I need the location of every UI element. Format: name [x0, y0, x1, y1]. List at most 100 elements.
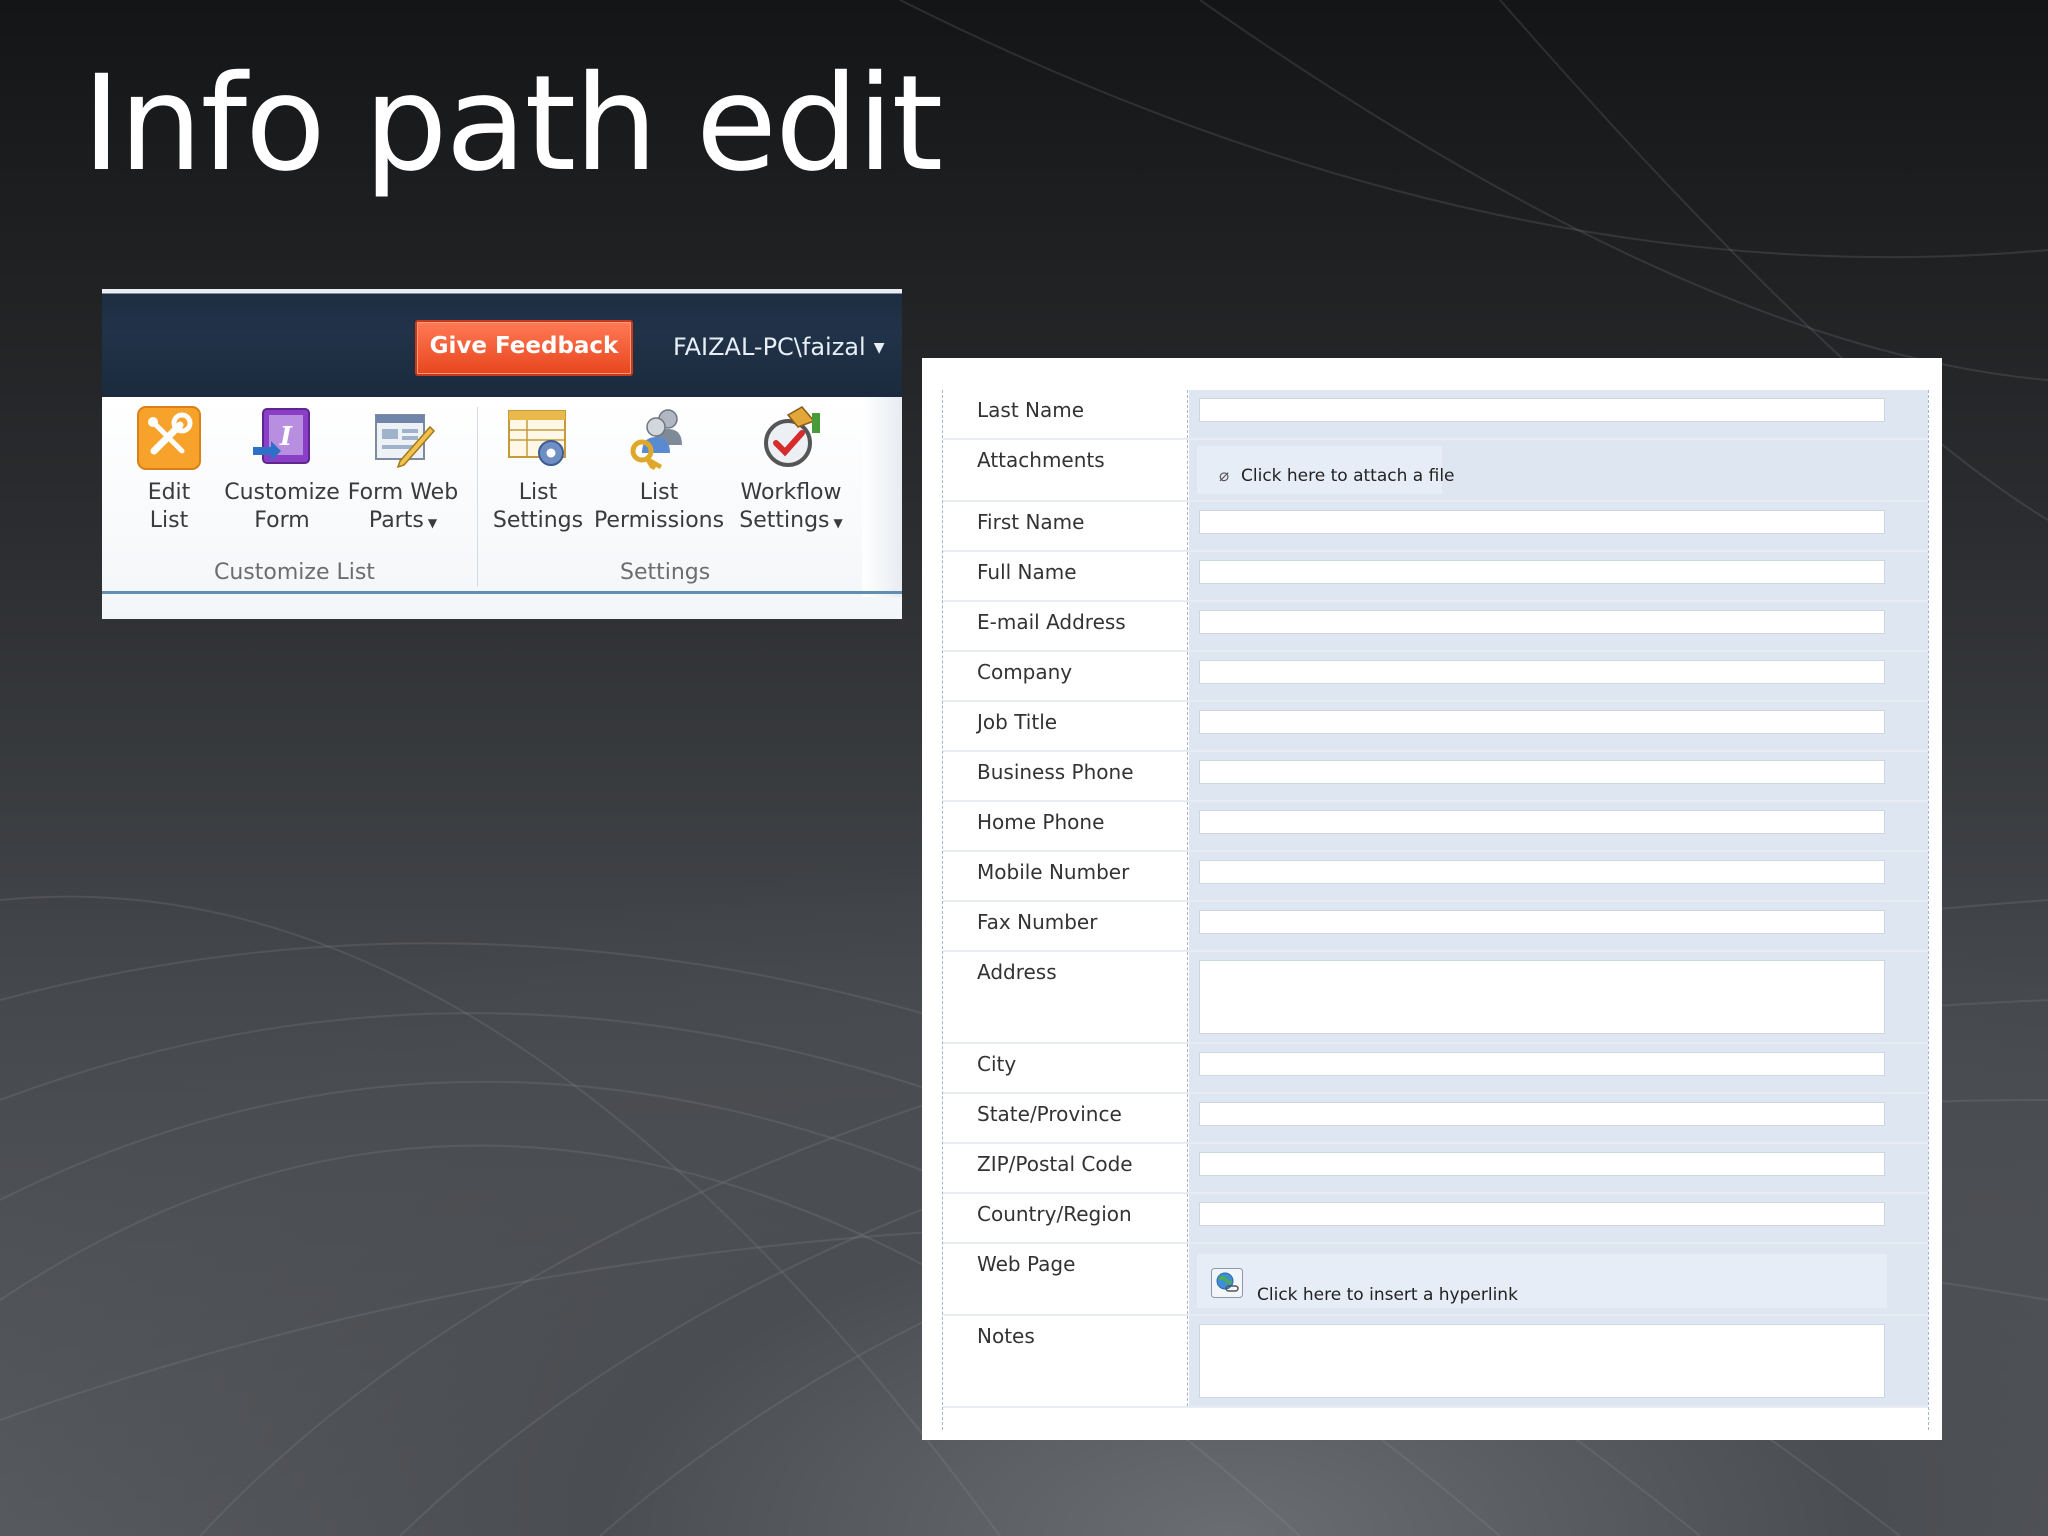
state-input[interactable]: [1199, 1102, 1885, 1126]
ribbon-edge: [862, 397, 902, 597]
address-textarea[interactable]: [1199, 960, 1885, 1034]
form-label-cell: Mobile Number: [943, 852, 1188, 900]
ribbon-top-bar: Give Feedback FAIZAL-PC\faizal ▼: [102, 289, 902, 397]
form-row-city: City: [943, 1044, 1928, 1094]
form-label-cell: State/Province: [943, 1094, 1188, 1142]
form-label-cell: E-mail Address: [943, 602, 1188, 650]
form-label-cell: Web Page: [943, 1244, 1188, 1314]
form-row-company: Company: [943, 652, 1928, 702]
group-label-settings: Settings: [620, 560, 711, 585]
form-value-cell: [1189, 1316, 1928, 1406]
form-row-first-name: First Name: [943, 502, 1928, 552]
form-value-cell: [1189, 902, 1928, 950]
ribbon-screenshot: Give Feedback FAIZAL-PC\faizal ▼ Edit Lis…: [102, 289, 902, 619]
form-row-last-name: Last Name: [943, 390, 1928, 440]
zip-label: ZIP/Postal Code: [977, 1152, 1133, 1176]
city-input[interactable]: [1199, 1052, 1885, 1076]
form-row-home-phone: Home Phone: [943, 802, 1928, 852]
list-settings-label-2: Settings: [492, 508, 584, 533]
workflow-settings-button[interactable]: Workflow Settings ▼: [728, 405, 854, 537]
form-row-fax-number: Fax Number: [943, 902, 1928, 952]
user-menu[interactable]: FAIZAL-PC\faizal ▼: [673, 333, 884, 361]
form-label-cell: Country/Region: [943, 1194, 1188, 1242]
country-input[interactable]: [1199, 1202, 1885, 1226]
form-value-cell: [1189, 602, 1928, 650]
form-label-cell: City: [943, 1044, 1188, 1092]
notes-label: Notes: [977, 1324, 1035, 1348]
ribbon-body: Edit List I Customize Form Form Web Part…: [102, 397, 902, 619]
svg-text:I: I: [279, 422, 293, 452]
infopath-form-screenshot: Last Name Attachments ⌀ Click here to at…: [922, 358, 1942, 1440]
form-label-cell: ZIP/Postal Code: [943, 1144, 1188, 1192]
attach-file-text: Click here to attach a file: [1241, 466, 1455, 486]
list-settings-button[interactable]: List Settings: [486, 405, 590, 535]
form-value-cell: [1189, 1044, 1928, 1092]
form-row-web-page: Web Page Click here to insert a hyperlin…: [943, 1244, 1928, 1316]
form-label-cell: Attachments: [943, 440, 1188, 500]
notes-textarea[interactable]: [1199, 1324, 1885, 1398]
last-name-input[interactable]: [1199, 398, 1885, 422]
form-label-cell: Address: [943, 952, 1188, 1042]
state-label: State/Province: [977, 1102, 1122, 1126]
workflow-settings-label-1: Workflow: [740, 480, 842, 505]
form-web-parts-button[interactable]: Form Web Parts ▼: [344, 405, 462, 537]
hyperlink-globe-icon: [1211, 1268, 1243, 1298]
job-title-label: Job Title: [977, 710, 1058, 734]
email-label: E-mail Address: [977, 610, 1126, 634]
form-row-attachments: Attachments ⌀ Click here to attach a fil…: [943, 440, 1928, 502]
user-name: FAIZAL-PC\faizal: [673, 333, 866, 361]
business-phone-input[interactable]: [1199, 760, 1885, 784]
list-permissions-label-1: List: [639, 480, 679, 505]
mobile-number-input[interactable]: [1199, 860, 1885, 884]
slide-title: Info path edit: [82, 47, 943, 201]
fax-number-label: Fax Number: [977, 910, 1098, 934]
edit-list-label-1: Edit: [147, 480, 191, 505]
edit-list-label-2: List: [149, 508, 189, 533]
fax-number-input[interactable]: [1199, 910, 1885, 934]
ribbon-group-separator: [477, 407, 478, 587]
home-phone-input[interactable]: [1199, 810, 1885, 834]
list-permissions-label-2: Permissions: [593, 508, 725, 533]
email-input[interactable]: [1199, 610, 1885, 634]
form-value-cell: [1189, 502, 1928, 550]
form-label-cell: Company: [943, 652, 1188, 700]
tools-icon: [137, 406, 201, 470]
company-input[interactable]: [1199, 660, 1885, 684]
zip-input[interactable]: [1199, 1152, 1885, 1176]
form-web-parts-label-2: Parts ▼: [344, 507, 462, 537]
form-value-cell: [1189, 652, 1928, 700]
list-permissions-button[interactable]: List Permissions: [590, 405, 728, 535]
form-row-zip: ZIP/Postal Code: [943, 1144, 1928, 1194]
country-label: Country/Region: [977, 1202, 1132, 1226]
form-value-cell: Click here to insert a hyperlink: [1189, 1244, 1928, 1314]
form-value-cell: ⌀ Click here to attach a file: [1189, 440, 1928, 500]
form-row-job-title: Job Title: [943, 702, 1928, 752]
paperclip-icon: ⌀: [1219, 466, 1230, 486]
form-row-country: Country/Region: [943, 1194, 1928, 1244]
form-label-cell: Business Phone: [943, 752, 1188, 800]
workflow-settings-label-2-text: Settings: [739, 508, 830, 533]
workflow-settings-label-2: Settings ▼: [728, 507, 854, 537]
customize-form-label-2: Form: [254, 508, 310, 533]
form-label-cell: Job Title: [943, 702, 1188, 750]
form-table: Last Name Attachments ⌀ Click here to at…: [942, 390, 1929, 1430]
form-row-state: State/Province: [943, 1094, 1928, 1144]
job-title-input[interactable]: [1199, 710, 1885, 734]
edit-list-button[interactable]: Edit List: [120, 405, 218, 535]
customize-form-button[interactable]: I Customize Form: [222, 405, 342, 535]
form-value-cell: [1189, 752, 1928, 800]
first-name-input[interactable]: [1199, 510, 1885, 534]
workflow-icon: [764, 406, 820, 467]
form-row-business-phone: Business Phone: [943, 752, 1928, 802]
form-row-address: Address: [943, 952, 1928, 1044]
company-label: Company: [977, 660, 1073, 684]
insert-hyperlink-button[interactable]: Click here to insert a hyperlink: [1197, 1254, 1887, 1308]
form-value-cell: [1189, 702, 1928, 750]
first-name-label: First Name: [977, 510, 1085, 534]
form-row-mobile-number: Mobile Number: [943, 852, 1928, 902]
full-name-input[interactable]: [1199, 560, 1885, 584]
group-label-customize-list: Customize List: [214, 560, 375, 585]
attach-file-button[interactable]: ⌀ Click here to attach a file: [1197, 446, 1455, 494]
give-feedback-button[interactable]: Give Feedback: [415, 320, 633, 376]
full-name-label: Full Name: [977, 560, 1077, 584]
